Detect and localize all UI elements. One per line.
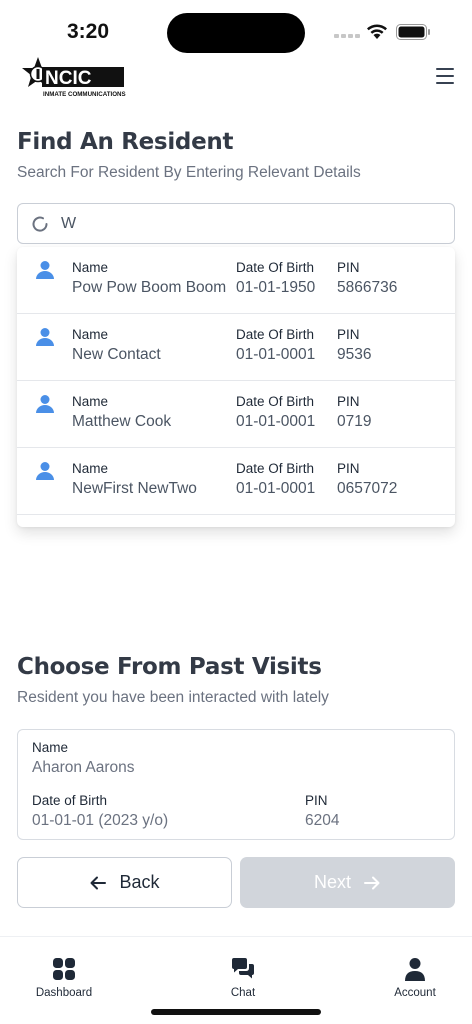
nav-account-label: Account bbox=[394, 987, 436, 999]
person-icon bbox=[36, 261, 54, 279]
person-icon bbox=[36, 328, 54, 346]
resident-name: NewFirst NewTwo bbox=[72, 480, 197, 497]
resident-dob: 01-01-01 (2023 y/o) bbox=[32, 812, 169, 829]
find-resident-subtitle: Search For Resident By Entering Relevant… bbox=[17, 164, 361, 181]
nav-chat[interactable]: Chat bbox=[193, 957, 293, 999]
resident-name: Aharon Aarons bbox=[32, 759, 135, 776]
pin-label: PIN bbox=[337, 394, 360, 409]
dob-label: Date of Birth bbox=[32, 793, 108, 808]
search-field[interactable] bbox=[17, 203, 455, 244]
loading-spinner-icon bbox=[32, 216, 48, 232]
resident-name: Pow Pow Boom Boom bbox=[72, 279, 227, 296]
nav-account[interactable]: Account bbox=[365, 957, 465, 999]
resident-dob: 01-01-0001 bbox=[236, 413, 316, 430]
resident-pin: 0719 bbox=[337, 413, 372, 430]
search-input[interactable] bbox=[61, 214, 421, 233]
arrow-right-icon bbox=[364, 876, 380, 889]
dob-label: Date Of Birth bbox=[236, 260, 315, 275]
resident-pin: 9536 bbox=[337, 346, 372, 363]
arrow-left-icon bbox=[90, 876, 107, 889]
find-resident-title: Find An Resident bbox=[17, 129, 234, 155]
resident-dob: 01-01-0001 bbox=[236, 346, 316, 363]
nav-chat-label: Chat bbox=[230, 987, 256, 999]
menu-line bbox=[436, 75, 454, 77]
resident-dob: 01-01-1950 bbox=[236, 279, 316, 296]
resident-pin: 6204 bbox=[305, 812, 340, 829]
resident-name: New Contact bbox=[72, 346, 161, 363]
result-row[interactable]: Name New Contact Date Of Birth 01-01-0001 … bbox=[17, 314, 455, 381]
resident-name: Matthew Cook bbox=[72, 413, 172, 430]
ncic-logo: NCIC INMATE COMMUNICATIONS bbox=[22, 57, 126, 98]
svg-text:NCIC: NCIC bbox=[45, 68, 92, 89]
menu-line bbox=[436, 82, 454, 84]
name-label: Name bbox=[72, 327, 109, 342]
dob-label: Date Of Birth bbox=[236, 394, 315, 409]
cellular-signal-icon bbox=[334, 34, 360, 39]
back-button[interactable]: Back bbox=[17, 857, 232, 908]
resident-dob: 01-01-0001 bbox=[236, 480, 316, 497]
name-label: Name bbox=[72, 260, 109, 275]
chat-icon bbox=[232, 958, 254, 979]
past-visits-subtitle: Resident you have been interacted with l… bbox=[17, 689, 329, 706]
person-icon bbox=[36, 462, 54, 480]
pin-label: PIN bbox=[337, 260, 360, 275]
dob-label: Date Of Birth bbox=[236, 461, 315, 476]
pin-label: PIN bbox=[305, 793, 328, 808]
next-button[interactable]: Next bbox=[240, 857, 455, 908]
dob-label: Date Of Birth bbox=[236, 327, 315, 342]
past-visit-card[interactable]: Name Aharon Aarons Date of Birth 01-01-0… bbox=[17, 729, 455, 840]
resident-pin: 0657072 bbox=[337, 480, 398, 497]
dynamic-island bbox=[167, 13, 305, 53]
next-button-label: Next bbox=[313, 872, 351, 892]
result-row[interactable]: Name Pow Pow Boom Boom Date Of Birth 01-01… bbox=[17, 247, 455, 314]
nav-dashboard-label: Dashboard bbox=[35, 987, 93, 999]
name-label: Name bbox=[32, 740, 69, 755]
hamburger-menu-button[interactable] bbox=[436, 68, 454, 84]
dashboard-icon bbox=[53, 958, 75, 980]
search-results-dropdown: Name Pow Pow Boom Boom Date Of Birth 01-01… bbox=[17, 247, 455, 527]
pin-label: PIN bbox=[337, 327, 360, 342]
result-row[interactable]: Name Matthew Cook Date Of Birth 01-01-0001… bbox=[17, 381, 455, 448]
battery-icon bbox=[396, 24, 430, 40]
pin-label: PIN bbox=[337, 461, 360, 476]
wifi-icon bbox=[367, 24, 387, 39]
menu-line bbox=[436, 68, 454, 70]
account-icon bbox=[405, 958, 425, 981]
home-indicator bbox=[151, 1009, 321, 1015]
resident-pin: 5866736 bbox=[337, 279, 398, 296]
svg-text:INMATE COMMUNICATIONS: INMATE COMMUNICATIONS bbox=[43, 91, 126, 98]
person-icon bbox=[36, 395, 54, 413]
name-label: Name bbox=[72, 394, 109, 409]
status-bar: 3:20 bbox=[0, 0, 472, 60]
back-button-label: Back bbox=[119, 872, 160, 892]
status-time: 3:20 bbox=[67, 20, 110, 43]
nav-dashboard[interactable]: Dashboard bbox=[14, 957, 114, 999]
result-row[interactable]: Name NewFirst NewTwo Date Of Birth 01-01-0… bbox=[17, 448, 455, 515]
past-visits-title: Choose From Past Visits bbox=[17, 654, 322, 680]
name-label: Name bbox=[72, 461, 109, 476]
